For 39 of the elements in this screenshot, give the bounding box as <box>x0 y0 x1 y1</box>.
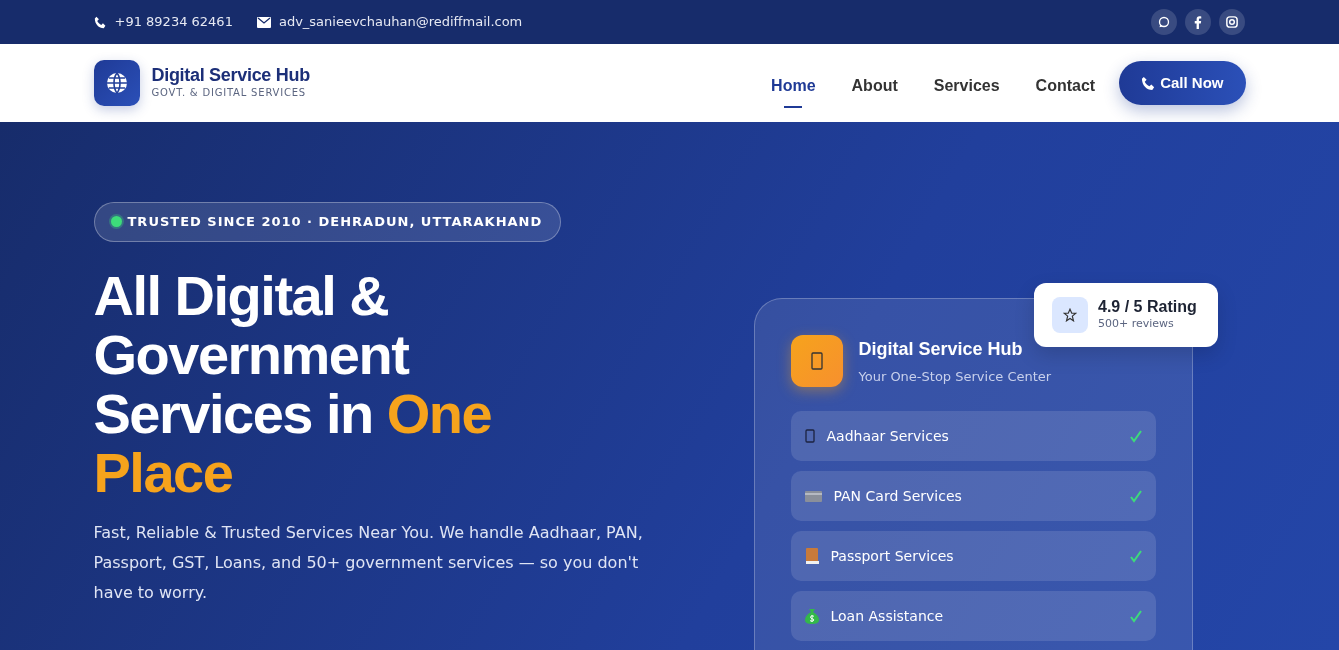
trusted-badge: TRUSTED SINCE 2010 · DEHRADUN, UTTARAKHAND <box>93 202 562 242</box>
globe-logo-icon <box>93 60 140 106</box>
hero-description: Fast, Reliable & Trusted Services Near You. We handle Aadhaar, PAN, Passport, GST, Loans, and 50+ government services — so you don't have to worry. <box>93 521 644 604</box>
facebook-icon <box>1193 15 1202 29</box>
facebook-button[interactable] <box>1184 9 1211 35</box>
check-icon <box>1129 489 1142 503</box>
whatsapp-button[interactable] <box>1150 9 1177 35</box>
rating-title: 4.9 / 5 Rating <box>1098 297 1197 316</box>
service-label: Aadhaar Services <box>826 426 950 446</box>
service-label: Passport Services <box>830 546 955 566</box>
card-subtitle: Your One-Stop Service Center <box>858 367 1052 386</box>
service-label: Loan Assistance <box>830 606 945 626</box>
book-icon <box>804 548 819 564</box>
card-title: Digital Service Hub <box>858 337 1024 361</box>
nav-link[interactable]: Contact <box>1035 70 1096 108</box>
instagram-button[interactable] <box>1218 9 1245 35</box>
brand-name: Digital Service Hub <box>151 65 310 86</box>
nav-link[interactable]: Home <box>771 70 816 108</box>
instagram-icon <box>1225 16 1238 28</box>
check-icon <box>1129 429 1142 443</box>
hero-headline: All Digital & Government Services in One Place <box>93 265 493 502</box>
review-count: 500+ reviews <box>1098 315 1175 332</box>
phone-icon <box>1141 75 1157 91</box>
phone-icon <box>804 429 815 443</box>
check-icon <box>1129 609 1142 623</box>
phone-icon <box>93 15 107 29</box>
call-now-button[interactable]: Call Now <box>1119 61 1246 105</box>
email-address: adv_sanieevchauhan@rediffmail.com <box>278 13 523 32</box>
phone-number: +91 89234 62461 <box>114 13 233 32</box>
check-icon <box>1129 549 1142 563</box>
phone-icon <box>790 335 843 387</box>
nav-link[interactable]: Services <box>933 70 1000 108</box>
service-label: PAN Card Services <box>833 486 963 506</box>
nav-link[interactable]: About <box>851 70 898 108</box>
money-bag-icon <box>804 608 819 624</box>
card-icon <box>804 490 822 502</box>
chat-bubble-icon <box>1157 16 1170 28</box>
brand-tagline: GOVT. & DIGITAL SERVICES <box>151 86 308 101</box>
envelope-icon <box>256 16 271 28</box>
